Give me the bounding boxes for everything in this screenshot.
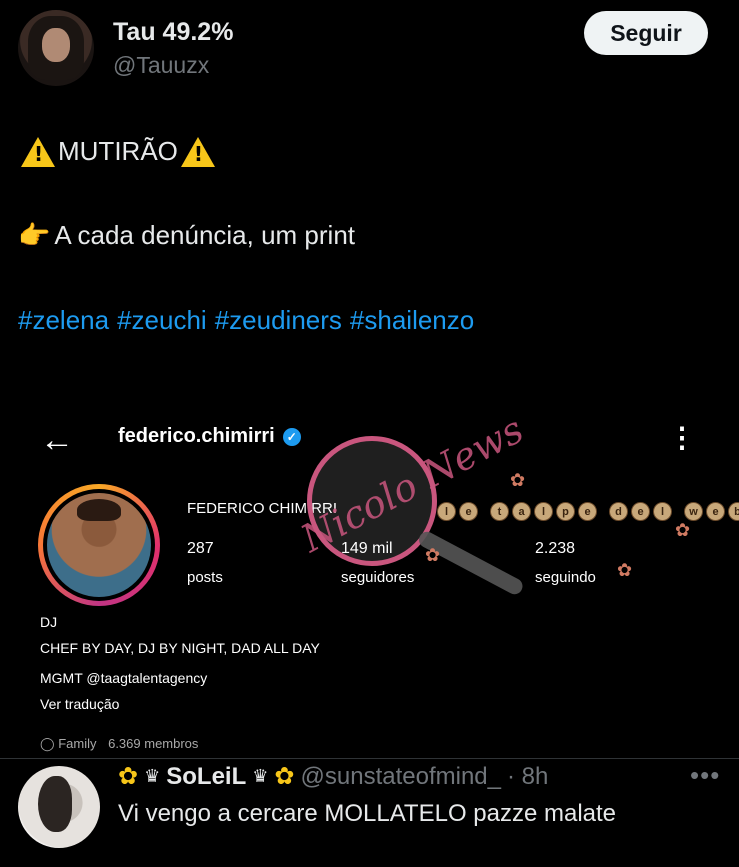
- reply-time[interactable]: · 8h: [507, 763, 548, 791]
- print-text: A cada denúncia, um print: [54, 220, 356, 250]
- reply-text: Vi vengo a cercare MOLLATELO pazze malat…: [118, 800, 617, 827]
- hashtag-link[interactable]: #shailenzo: [350, 305, 474, 335]
- reply-header: ✿ ♛ SoLeiL ♛ ✿ @sunstateofmind_ · 8h: [118, 762, 548, 791]
- hashtag-link[interactable]: #zeuchi: [117, 305, 207, 335]
- watermark-talpe: letalpedelweb: [437, 502, 739, 521]
- paw-icon: ✿: [425, 545, 441, 565]
- verified-icon: ✓: [282, 427, 301, 446]
- ig-username-row: federico.chimirri ✓: [118, 425, 301, 448]
- more-horizontal-icon[interactable]: •••: [690, 760, 720, 791]
- ig-mgmt: MGMT @taagtalentagency: [40, 670, 208, 686]
- crown-icon: ♛: [252, 766, 269, 786]
- author-avatar[interactable]: [18, 10, 94, 86]
- crown-icon: ♛: [144, 766, 161, 786]
- stat-posts-label: posts: [187, 569, 223, 586]
- ig-username: federico.chimirri: [118, 425, 275, 447]
- mutirao-text: MUTIRÃO: [58, 136, 178, 166]
- paw-icon: ✿: [617, 560, 633, 580]
- paw-icon: ✿: [510, 470, 526, 490]
- stat-posts-value: 287: [187, 540, 214, 557]
- sunflower-icon: ✿: [118, 763, 139, 790]
- ig-bio: CHEF BY DAY, DJ BY NIGHT, DAD ALL DAY: [40, 640, 320, 656]
- sunflower-icon: ✿: [274, 763, 295, 790]
- hashtag-list: #zelena #zeuchi #zeudiners #shailenzo: [18, 305, 482, 336]
- stat-following-label: seguindo: [535, 569, 596, 586]
- stat-following-value: 2.238: [535, 540, 576, 557]
- paw-icon: ✿: [675, 520, 691, 540]
- reply-author-name[interactable]: SoLeiL: [166, 763, 246, 791]
- ig-profile-picture: [47, 493, 151, 597]
- ig-family-row: ◯ Family 6.369 membros: [40, 736, 198, 752]
- tweet-line-mutirao: MUTIRÃO: [18, 136, 218, 167]
- more-vertical-icon: ⋮: [668, 422, 696, 453]
- author-handle[interactable]: @Tauuzx: [113, 52, 209, 79]
- back-arrow-icon: ←: [40, 421, 74, 459]
- stat-followers-label: seguidores: [341, 569, 415, 586]
- hashtag-link[interactable]: #zelena: [18, 305, 109, 335]
- reply-author-handle[interactable]: @sunstateofmind_: [301, 763, 501, 791]
- reply-avatar[interactable]: [18, 766, 100, 848]
- hashtag-link[interactable]: #zeudiners: [215, 305, 342, 335]
- author-name[interactable]: Tau 49.2%: [113, 18, 233, 47]
- ig-category: DJ: [40, 614, 58, 630]
- divider: [0, 758, 739, 759]
- family-icon: ◯: [40, 736, 55, 751]
- warning-icon: [180, 136, 215, 167]
- family-members: 6.369 membros: [108, 736, 199, 751]
- family-label: Family: [58, 736, 97, 751]
- follow-button[interactable]: Seguir: [584, 11, 708, 55]
- tweet-line-print: 👉 A cada denúncia, um print: [18, 220, 355, 251]
- pointing-hand-icon: 👉: [18, 220, 51, 250]
- ig-translate-link: Ver tradução: [40, 696, 120, 712]
- warning-icon: [21, 136, 55, 167]
